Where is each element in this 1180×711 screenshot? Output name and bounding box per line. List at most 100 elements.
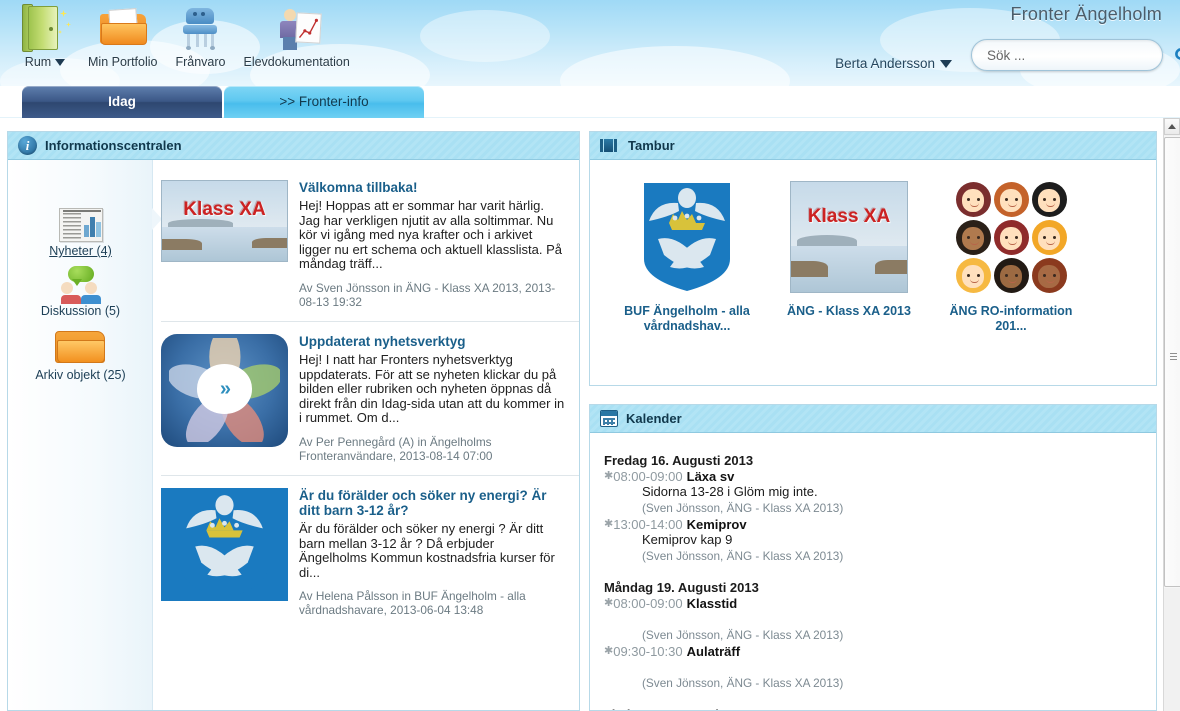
- room-thumbnail: [642, 178, 732, 296]
- recurring-icon: ✱: [604, 518, 614, 530]
- coat-of-arms-icon: [181, 489, 268, 599]
- chevron-down-icon: [940, 60, 952, 69]
- chair-icon: [171, 4, 229, 54]
- avatar: [1031, 257, 1067, 293]
- newspaper-icon: [58, 208, 103, 242]
- news-thumbnail-klass-xa[interactable]: Klass XA: [161, 180, 288, 262]
- news-thumbnail-coat-of-arms[interactable]: [161, 487, 288, 601]
- tambur-panel: Tambur BUF Ängelholm - alla vårdnadshav.…: [589, 131, 1157, 386]
- scrollbar-thumb[interactable]: [1164, 137, 1180, 587]
- nav-item-rum[interactable]: Rum: [16, 4, 74, 69]
- cloud-decoration: [560, 46, 790, 86]
- information-center-panel: i Informationscentralen Nyheter (4) Disk…: [7, 131, 580, 711]
- scroll-up-button[interactable]: [1164, 118, 1180, 135]
- event-owner: (Sven Jönsson, ÄNG - Klass XA 2013): [642, 628, 844, 642]
- news-item[interactable]: Är du förälder och söker ny energi? Är d…: [161, 474, 579, 629]
- calendar-event[interactable]: ✱08:00-09:00 Klasstid (Sven Jönsson, ÄNG …: [604, 596, 1156, 643]
- thumbnail-caption: Klass XA: [183, 198, 266, 220]
- news-title[interactable]: Uppdaterat nyhetsverktyg: [299, 334, 565, 349]
- calendar-title: Kalender: [626, 411, 682, 426]
- information-center-sidebar: Nyheter (4) Diskussion (5) Arkiv objekt …: [8, 160, 162, 710]
- user-menu[interactable]: Berta Andersson: [835, 56, 952, 71]
- room-name: ÄNG - Klass XA 2013: [787, 304, 911, 318]
- tab-bar: Idag >> Fronter-info: [22, 86, 424, 118]
- event-description: Sidorna 13-28 i Glöm mig inte.: [642, 484, 818, 499]
- top-banner: Fronter Ängelholm Rum Min Portfolio Från…: [0, 0, 1180, 86]
- scrollbar-grip-icon: [1170, 353, 1177, 361]
- event-title[interactable]: Klasstid: [687, 596, 738, 611]
- sidebar-item-nyheter[interactable]: Nyheter (4): [8, 208, 153, 258]
- discussion-icon: [57, 266, 105, 304]
- search-icon: [1175, 47, 1180, 60]
- event-owner: (Sven Jönsson, ÄNG - Klass XA 2013): [642, 549, 844, 563]
- news-excerpt: Hej! Hoppas att er sommar har varit härl…: [299, 198, 563, 272]
- sidebar-item-diskussion-label: Diskussion (5): [40, 304, 121, 318]
- avatar: [955, 219, 991, 255]
- calendar-icon: [600, 410, 618, 427]
- chevron-down-icon: [55, 59, 66, 67]
- coat-of-arms-icon: [644, 183, 730, 291]
- nav-item-franvaro[interactable]: Frånvaro: [171, 4, 229, 69]
- tambur-body: BUF Ängelholm - alla vårdnadshav... Klas…: [590, 160, 1156, 385]
- calendar-event[interactable]: ✱13:00-14:00 Kemiprov Kemiprov kap 9 (Sve…: [604, 517, 1156, 564]
- event-time: 09:30-10:30: [613, 644, 683, 659]
- avatar-grid-icon: [955, 181, 1067, 293]
- tab-fronter-info[interactable]: >> Fronter-info: [224, 86, 424, 118]
- news-meta: Av Per Pennegård (A) in Ängelholms Front…: [299, 434, 493, 463]
- main-navigation: Rum Min Portfolio Frånvaro Elevdokumenta…: [16, 4, 364, 69]
- event-time: 08:00-09:00: [613, 596, 683, 611]
- room-tile-buf-angelholm[interactable]: BUF Ängelholm - alla vårdnadshav...: [614, 178, 760, 385]
- event-owner: (Sven Jönsson, ÄNG - Klass XA 2013): [642, 501, 844, 515]
- calendar-header: Kalender: [590, 405, 1156, 433]
- page-scrollbar[interactable]: [1163, 118, 1180, 711]
- tambur-icon: [600, 139, 620, 152]
- news-meta: Av Sven Jönsson in ÄNG - Klass XA 2013, …: [299, 280, 556, 309]
- news-list: Klass XA Välkomna tillbaka! Hej! Hoppas …: [153, 160, 579, 710]
- avatar: [993, 219, 1029, 255]
- calendar-panel: Kalender Fredag 16. Augusti 2013 ✱08:00-…: [589, 404, 1157, 711]
- nav-item-elevdokumentation[interactable]: Elevdokumentation: [243, 4, 350, 69]
- search-button[interactable]: [1168, 40, 1180, 70]
- event-title[interactable]: Aulaträff: [687, 644, 740, 659]
- sidebar-item-diskussion[interactable]: Diskussion (5): [8, 266, 153, 318]
- event-description: Kemiprov kap 9: [642, 532, 733, 547]
- sidebar-item-arkiv-objekt-label: Arkiv objekt (25): [35, 368, 126, 382]
- nav-item-min-portfolio-label: Min Portfolio: [88, 55, 158, 69]
- avatar: [1031, 181, 1067, 217]
- news-item[interactable]: Klass XA Välkomna tillbaka! Hej! Hoppas …: [161, 168, 579, 321]
- fronter-chevrons-icon: »: [196, 364, 253, 415]
- news-meta: Av Helena Pålsson in BUF Ängelholm - all…: [299, 589, 526, 618]
- event-description: [642, 611, 1156, 627]
- information-center-title: Informationscentralen: [45, 138, 182, 153]
- news-excerpt: Är du förälder och söker ny energi ? Är …: [299, 520, 555, 580]
- cloud-decoration: [420, 10, 550, 62]
- sidebar-item-arkiv-objekt[interactable]: Arkiv objekt (25): [8, 328, 153, 382]
- news-excerpt: Hej! I natt har Fronters nyhetsverktyg u…: [299, 351, 565, 426]
- room-name: BUF Ängelholm - alla vårdnadshav...: [624, 304, 750, 333]
- calendar-event[interactable]: ✱09:30-10:30 Aulaträff (Sven Jönsson, ÄNG…: [604, 644, 1156, 691]
- calendar-event[interactable]: ✱08:00-09:00 Läxa sv Sidorna 13-28 i Glöm…: [604, 469, 1156, 516]
- search-box[interactable]: [971, 39, 1180, 71]
- news-title[interactable]: Välkomna tillbaka!: [299, 180, 565, 195]
- search-input[interactable]: [972, 47, 1168, 63]
- folder-open-icon: [54, 328, 107, 366]
- event-time: 08:00-09:00: [613, 469, 683, 484]
- event-title[interactable]: Läxa sv: [687, 469, 735, 484]
- recurring-icon: ✱: [604, 597, 614, 609]
- thumbnail-caption: Klass XA: [807, 206, 891, 228]
- door-icon: [16, 4, 74, 54]
- recurring-icon: ✱: [604, 470, 614, 482]
- avatar: [993, 181, 1029, 217]
- nav-item-rum-label: Rum: [25, 55, 66, 69]
- sidebar-item-nyheter-label: Nyheter (4): [49, 244, 112, 258]
- event-title[interactable]: Kemiprov: [687, 517, 747, 532]
- news-thumbnail-fronter-logo[interactable]: »: [161, 333, 288, 447]
- news-item[interactable]: » Uppdaterat nyhetsverktyg Hej! I natt h…: [161, 320, 579, 475]
- avatar: [993, 257, 1029, 293]
- nav-item-min-portfolio[interactable]: Min Portfolio: [88, 4, 157, 69]
- room-tile-ang-ro-information[interactable]: ÄNG RO-information 201...: [938, 178, 1084, 385]
- recurring-icon: ✱: [604, 645, 614, 657]
- tab-idag[interactable]: Idag: [22, 86, 222, 118]
- room-tile-ang-klass-xa[interactable]: Klass XA ÄNG - Klass XA 2013: [776, 178, 922, 385]
- news-title[interactable]: Är du förälder och söker ny energi? Är d…: [299, 488, 565, 518]
